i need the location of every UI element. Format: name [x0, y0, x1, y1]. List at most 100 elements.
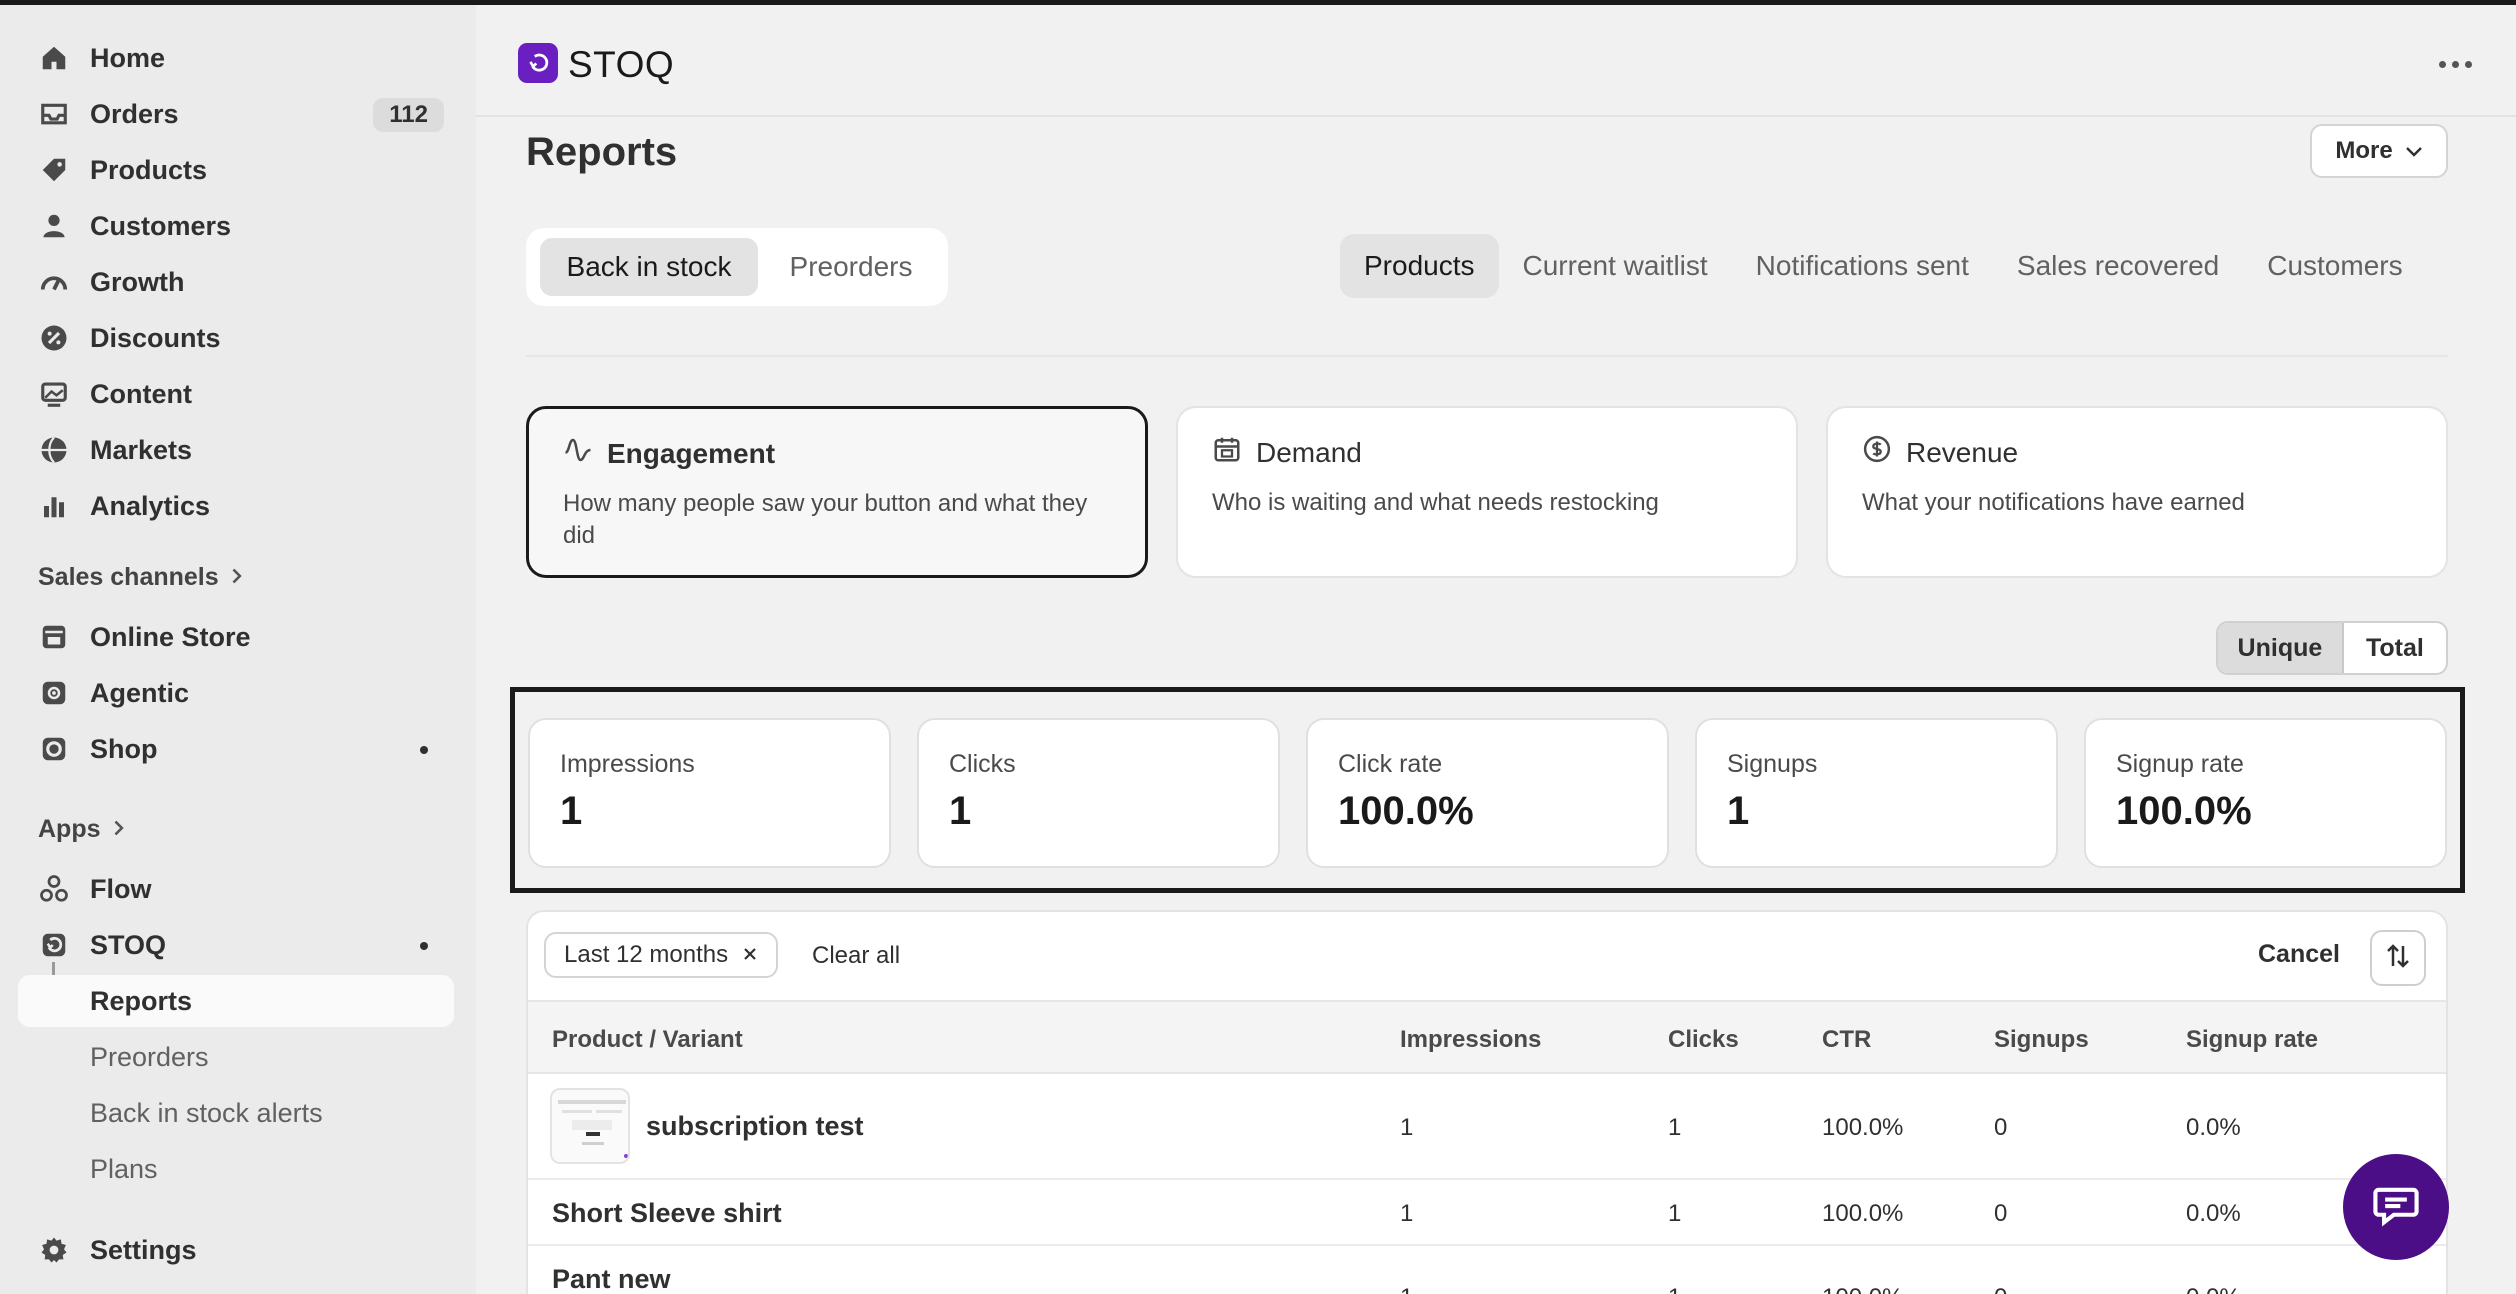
metric-value: 1: [1727, 789, 1750, 833]
column-header-impressions[interactable]: Impressions: [1400, 1026, 1541, 1054]
inbox-icon: [38, 98, 70, 130]
person-icon: [38, 210, 70, 242]
clear-all-button[interactable]: Clear all: [812, 942, 900, 970]
category-description: How many people saw your button and what…: [563, 490, 1088, 549]
sidebar-item-flow[interactable]: Flow: [18, 863, 454, 915]
metric-card-impressions: Impressions 1: [528, 718, 891, 868]
product-name[interactable]: Short Sleeve shirt: [552, 1198, 782, 1229]
more-button[interactable]: More: [2310, 124, 2448, 178]
column-header-clicks[interactable]: Clicks: [1668, 1026, 1739, 1054]
sidebar-subitem-back-in-stock-alerts[interactable]: Back in stock alerts: [18, 1087, 454, 1139]
sidebar-item-stoq[interactable]: STOQ: [18, 919, 454, 971]
tab-notifications-sent[interactable]: Notifications sent: [1732, 234, 1993, 298]
metric-label: Signup rate: [2116, 750, 2244, 778]
product-name[interactable]: subscription test: [646, 1111, 864, 1142]
metric-label: Clicks: [949, 750, 1016, 778]
gear-icon: [38, 1234, 70, 1266]
sidebar-subitem-plans[interactable]: Plans: [18, 1143, 454, 1195]
sidebar-item-label: Growth: [90, 266, 185, 297]
flow-icon: [38, 873, 70, 905]
table-row[interactable]: subscription test 1 1 100.0% 0 0.0%: [528, 1074, 2446, 1180]
column-header-product[interactable]: Product / Variant: [552, 1026, 743, 1054]
home-icon: [38, 42, 70, 74]
close-icon[interactable]: [742, 941, 758, 969]
table-row[interactable]: Pant new 1 1 100.0% 0 0.0%: [528, 1246, 2446, 1294]
sidebar-item-discounts[interactable]: Discounts: [18, 312, 454, 364]
sidebar-item-label: Reports: [90, 985, 193, 1016]
report-tabs: Products Current waitlist Notifications …: [1340, 234, 2427, 298]
sidebar-item-customers[interactable]: Customers: [18, 200, 454, 252]
tab-products[interactable]: Products: [1340, 234, 1499, 298]
column-header-signups[interactable]: Signups: [1994, 1026, 2089, 1054]
tab-sales-recovered[interactable]: Sales recovered: [1993, 234, 2243, 298]
sort-button[interactable]: [2370, 930, 2426, 986]
sidebar-item-orders[interactable]: Orders 112: [18, 88, 454, 140]
category-card-demand[interactable]: Demand Who is waiting and what needs res…: [1176, 406, 1798, 578]
cell-ctr: 100.0%: [1822, 1114, 1904, 1141]
tab-customers[interactable]: Customers: [2243, 234, 2426, 298]
column-header-ctr[interactable]: CTR: [1822, 1026, 1871, 1054]
app-topbar: STOQ: [476, 5, 2516, 117]
product-name[interactable]: Pant new: [552, 1264, 671, 1294]
chat-support-button[interactable]: [2343, 1154, 2449, 1260]
page-title: Reports: [526, 130, 678, 174]
sidebar-item-analytics[interactable]: Analytics: [18, 480, 454, 532]
apps-header[interactable]: Apps: [38, 815, 125, 844]
sidebar-subitem-reports[interactable]: Reports: [18, 975, 454, 1027]
products-table-card: Last 12 months Clear all Cancel Product …: [526, 910, 2448, 1294]
stoq-logo-icon: [38, 929, 70, 961]
tab-current-waitlist[interactable]: Current waitlist: [1499, 234, 1732, 298]
category-description: What your notifications have earned: [1862, 489, 2245, 516]
sidebar-item-label: Products: [90, 154, 208, 185]
category-title: Revenue: [1906, 436, 2019, 468]
sidebar-item-growth[interactable]: Growth: [18, 256, 454, 308]
segment-back-in-stock[interactable]: Back in stock: [540, 238, 758, 296]
sidebar-item-markets[interactable]: Markets: [18, 424, 454, 476]
sidebar-item-agentic[interactable]: Agentic: [18, 667, 454, 719]
sidebar-item-label: Agentic: [90, 677, 190, 708]
sidebar-item-settings[interactable]: Settings: [18, 1224, 454, 1276]
sort-icon: [2383, 941, 2413, 976]
sidebar-subitem-preorders[interactable]: Preorders: [18, 1031, 454, 1083]
toggle-total[interactable]: Total: [2344, 623, 2446, 673]
cell-signups: 0: [1994, 1284, 2007, 1294]
sidebar-item-label: STOQ: [90, 929, 167, 960]
sidebar-item-label: Orders: [90, 98, 179, 129]
metric-card-click-rate: Click rate 100.0%: [1306, 718, 1669, 868]
more-button-label: More: [2335, 137, 2393, 164]
gauge-icon: [38, 266, 70, 298]
cell-ctr: 100.0%: [1822, 1284, 1903, 1294]
pulse-icon: [563, 435, 593, 472]
column-header-signup-rate[interactable]: Signup rate: [2186, 1026, 2318, 1054]
category-card-revenue[interactable]: Revenue What your notifications have ear…: [1826, 406, 2448, 578]
metric-label: Signups: [1727, 750, 1818, 778]
cell-clicks: 1: [1668, 1114, 1682, 1141]
stoq-logo-icon: [518, 43, 558, 83]
sidebar-item-online-store[interactable]: Online Store: [18, 611, 454, 663]
toggle-unique[interactable]: Unique: [2218, 623, 2344, 673]
dollar-circle-icon: [1862, 434, 1892, 471]
sidebar-item-label: Analytics: [90, 490, 211, 521]
more-actions-icon[interactable]: [2439, 61, 2472, 68]
sidebar-item-content[interactable]: Content: [18, 368, 454, 420]
filter-chip-date-range[interactable]: Last 12 months: [544, 932, 779, 978]
table-row[interactable]: Short Sleeve shirt 1 1 100.0% 0 0.0%: [528, 1180, 2446, 1246]
sidebar-item-label: Content: [90, 378, 192, 409]
sales-channels-header[interactable]: Sales channels: [38, 563, 243, 592]
chat-bubble-icon: [2370, 1179, 2422, 1236]
bar-chart-icon: [38, 490, 70, 522]
shop-icon: [38, 733, 70, 765]
cell-signup-rate: 0.0%: [2186, 1284, 2241, 1294]
cancel-button[interactable]: Cancel: [2258, 940, 2340, 969]
sidebar-item-label: Back in stock alerts: [90, 1097, 323, 1128]
sidebar-item-products[interactable]: Products: [18, 144, 454, 196]
sidebar-item-shop[interactable]: Shop: [18, 723, 454, 775]
category-card-engagement[interactable]: Engagement How many people saw your butt…: [526, 406, 1148, 578]
segment-preorders[interactable]: Preorders: [766, 238, 936, 296]
cell-signups: 0: [1994, 1114, 2008, 1141]
cell-clicks: 1: [1668, 1284, 1681, 1294]
sidebar-item-home[interactable]: Home: [18, 32, 454, 84]
cell-impressions: 1: [1400, 1200, 1414, 1227]
metric-card-signup-rate: Signup rate 100.0%: [2084, 718, 2447, 868]
globe-icon: [38, 434, 70, 466]
